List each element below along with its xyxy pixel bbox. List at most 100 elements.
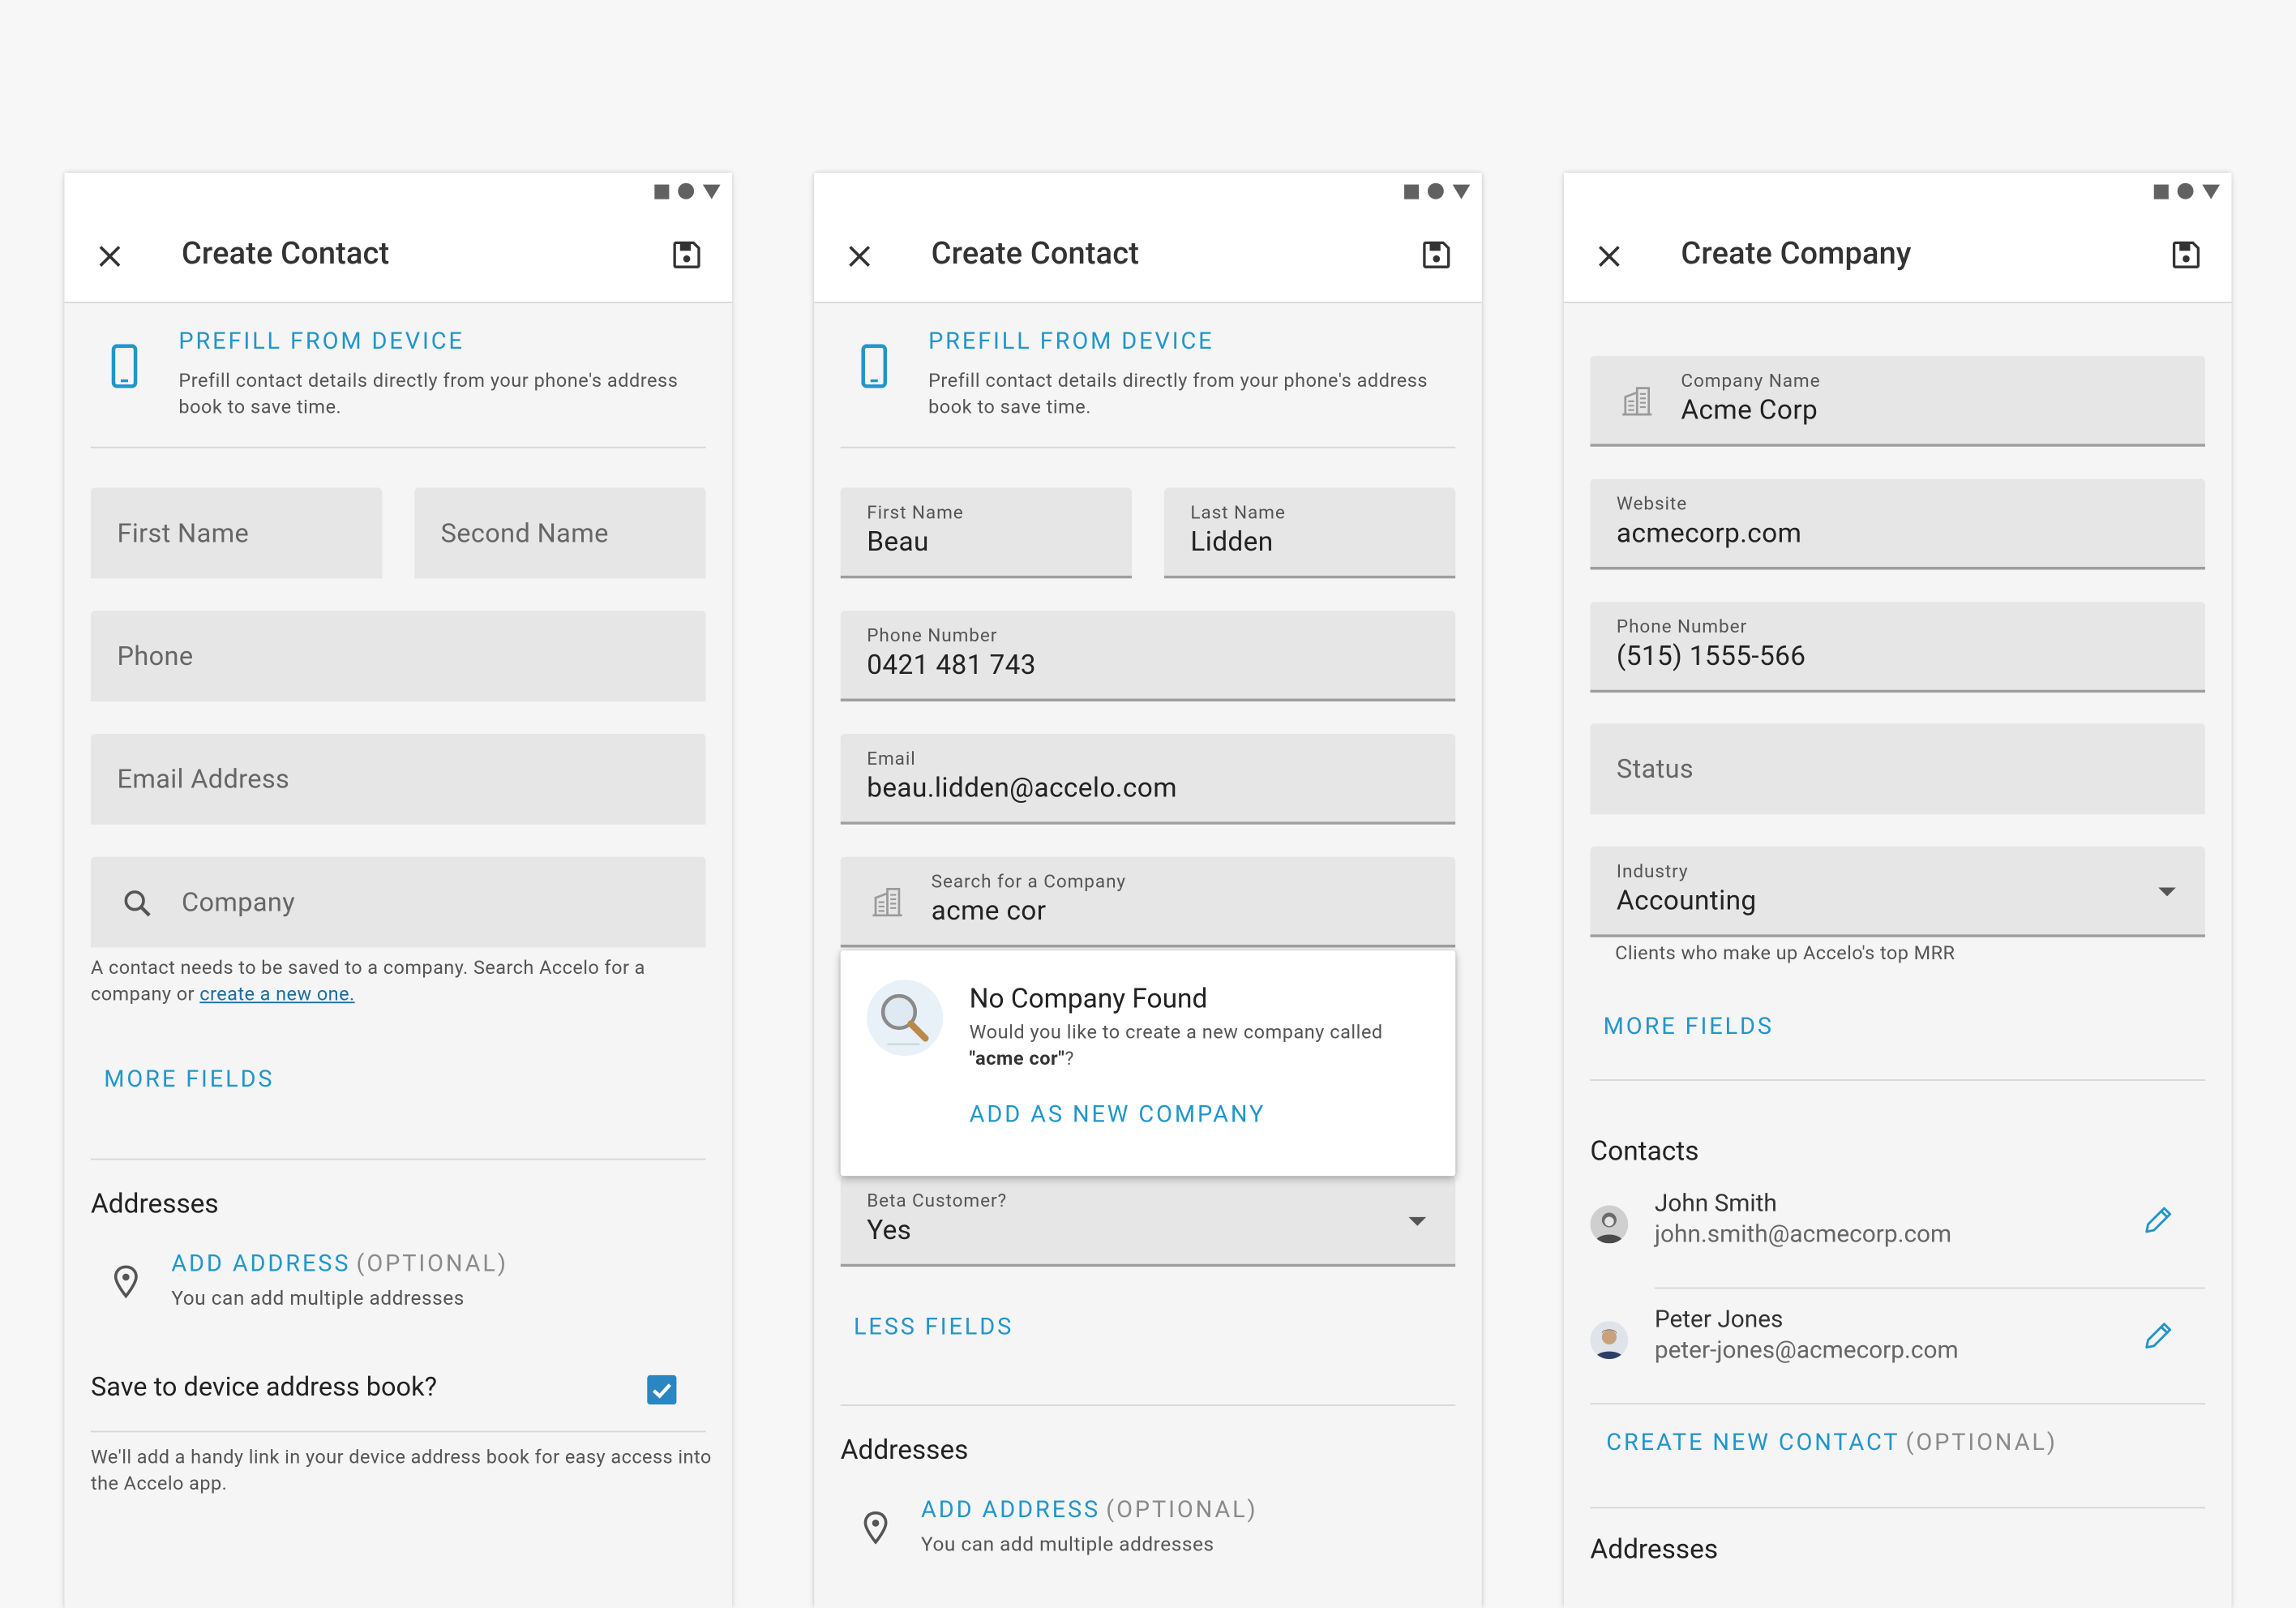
phone-device-icon bbox=[111, 344, 138, 388]
company-search-field[interactable]: Company bbox=[90, 856, 706, 948]
save-icon[interactable] bbox=[1420, 238, 1453, 271]
phone-placeholder: Phone bbox=[117, 641, 194, 672]
edit-icon[interactable] bbox=[2141, 1318, 2176, 1353]
phone-field[interactable]: Phone Number (515) 1555-566 bbox=[1590, 602, 2205, 693]
back-icon bbox=[1452, 183, 1471, 199]
company-helper: A contact needs to be saved to a company… bbox=[91, 956, 706, 1009]
contact-item[interactable]: Peter Jones peter-jones@acmecorp.com bbox=[1590, 1289, 2205, 1403]
add-address-label[interactable]: ADD ADDRESS bbox=[171, 1250, 350, 1277]
page-title: Create Contact bbox=[181, 237, 390, 272]
home-icon bbox=[2177, 182, 2194, 199]
save-icon[interactable] bbox=[670, 238, 703, 271]
industry-value: Accounting bbox=[1616, 884, 1757, 917]
first-name-label: First Name bbox=[867, 502, 964, 525]
prefill-description: Prefill contact details directly from yo… bbox=[928, 370, 1429, 419]
back-icon bbox=[702, 183, 721, 199]
optional-label: (OPTIONAL) bbox=[1106, 1495, 1258, 1524]
add-address-button[interactable]: ADD ADDRESS (OPTIONAL) bbox=[921, 1495, 1257, 1523]
phone-device-icon bbox=[861, 344, 888, 388]
company-suggestion-popup: No Company Found Would you like to creat… bbox=[840, 950, 1456, 1177]
create-new-contact-label[interactable]: CREATE NEW CONTACT bbox=[1606, 1428, 1900, 1456]
save-to-device-helper: We'll add a handy link in your device ad… bbox=[90, 1447, 712, 1496]
more-fields-button[interactable]: MORE FIELDS bbox=[104, 1065, 274, 1092]
dropdown-arrow-icon[interactable] bbox=[2158, 887, 2176, 897]
phone-field[interactable]: Phone bbox=[90, 611, 706, 702]
search-icon bbox=[124, 890, 151, 917]
save-to-device-checkbox[interactable] bbox=[647, 1374, 677, 1405]
add-address-button[interactable]: ADD ADDRESS (OPTIONAL) bbox=[171, 1250, 508, 1277]
prefill-from-device[interactable]: PREFILL FROM DEVICE Prefill contact deta… bbox=[90, 303, 706, 448]
close-icon[interactable] bbox=[843, 240, 876, 272]
first-name-field[interactable]: First Name Beau bbox=[840, 487, 1133, 579]
prefill-description: Prefill contact details directly from yo… bbox=[178, 370, 679, 419]
email-placeholder: Email Address bbox=[117, 764, 290, 795]
last-name-field[interactable]: Last Name Lidden bbox=[1163, 487, 1456, 579]
addresses-heading: Addresses bbox=[1590, 1533, 1719, 1566]
magnifier-icon bbox=[867, 980, 944, 1057]
close-icon[interactable] bbox=[1593, 240, 1626, 272]
add-address-sub: You can add multiple addresses bbox=[171, 1287, 465, 1311]
no-company-text-prefix: Would you like to create a new company c… bbox=[969, 1022, 1383, 1044]
prefill-from-device[interactable]: PREFILL FROM DEVICE Prefill contact deta… bbox=[840, 303, 1456, 448]
screen-create-contact-filled: Create Contact PREFILL FROM DEVICE Prefi… bbox=[814, 173, 1482, 1608]
create-new-company-link[interactable]: create a new one. bbox=[199, 984, 354, 1006]
back-icon bbox=[2202, 183, 2221, 199]
close-icon[interactable] bbox=[94, 240, 126, 272]
company-search-field[interactable]: Search for a Company acme cor bbox=[840, 856, 1456, 948]
recents-icon bbox=[1404, 183, 1420, 199]
phone-value: 0421 481 743 bbox=[867, 649, 1036, 681]
app-bar: Create Contact bbox=[814, 213, 1482, 303]
industry-label: Industry bbox=[1616, 860, 1689, 884]
status-bar bbox=[814, 173, 1482, 214]
divider bbox=[1590, 1507, 2205, 1509]
page-title: Create Company bbox=[1681, 237, 1912, 272]
second-name-field[interactable]: Second Name bbox=[414, 487, 706, 579]
email-value: beau.lidden@accelo.com bbox=[867, 771, 1177, 804]
first-name-placeholder: First Name bbox=[117, 518, 250, 550]
prefill-title[interactable]: PREFILL FROM DEVICE bbox=[178, 327, 464, 354]
optional-label: (OPTIONAL) bbox=[356, 1249, 508, 1277]
app-bar: Create Company bbox=[1563, 213, 2232, 303]
phone-label: Phone Number bbox=[1616, 616, 1748, 639]
add-as-new-company-button[interactable]: ADD AS NEW COMPANY bbox=[970, 1100, 1266, 1127]
website-value: acmecorp.com bbox=[1616, 517, 1802, 550]
contacts-heading: Contacts bbox=[1590, 1134, 1699, 1168]
status-field[interactable]: Status bbox=[1590, 723, 2205, 815]
divider bbox=[1590, 1079, 2205, 1081]
first-name-value: Beau bbox=[867, 525, 929, 559]
last-name-value: Lidden bbox=[1190, 525, 1274, 559]
save-icon[interactable] bbox=[2170, 238, 2203, 271]
company-name-field[interactable]: Company Name Acme Corp bbox=[1590, 355, 2205, 447]
less-fields-button[interactable]: LESS FIELDS bbox=[854, 1312, 1013, 1340]
optional-label: (OPTIONAL) bbox=[1905, 1427, 2058, 1456]
edit-icon[interactable] bbox=[2141, 1203, 2176, 1237]
save-to-device-label: Save to device address book? bbox=[90, 1372, 437, 1404]
building-icon bbox=[872, 887, 902, 917]
email-label: Email bbox=[867, 748, 916, 771]
contact-email: john.smith@acmecorp.com bbox=[1654, 1221, 1952, 1250]
contact-item[interactable]: John Smith john.smith@acmecorp.com bbox=[1590, 1173, 2205, 1288]
create-new-contact-button[interactable]: CREATE NEW CONTACT (OPTIONAL) bbox=[1606, 1428, 2058, 1456]
beta-customer-select[interactable]: Beta Customer? Yes bbox=[840, 1176, 1456, 1267]
website-label: Website bbox=[1616, 493, 1688, 516]
add-address-label[interactable]: ADD ADDRESS bbox=[921, 1495, 1100, 1523]
company-name-value: Acme Corp bbox=[1681, 393, 1818, 427]
contact-name: John Smith bbox=[1654, 1190, 1777, 1219]
dropdown-arrow-icon[interactable] bbox=[1408, 1216, 1427, 1226]
more-fields-button[interactable]: MORE FIELDS bbox=[1604, 1012, 1774, 1040]
industry-select[interactable]: Industry Accounting bbox=[1590, 846, 2205, 937]
email-field[interactable]: Email beau.lidden@accelo.com bbox=[840, 733, 1456, 825]
location-pin-icon bbox=[863, 1511, 888, 1545]
email-field[interactable]: Email Address bbox=[90, 733, 706, 825]
screen-create-contact-empty: Create Contact PREFILL FROM DEVICE Prefi… bbox=[64, 173, 733, 1608]
avatar bbox=[1590, 1321, 1629, 1360]
website-field[interactable]: Website acmecorp.com bbox=[1590, 478, 2205, 570]
first-name-field[interactable]: First Name bbox=[90, 487, 383, 579]
contact-email: peter-jones@acmecorp.com bbox=[1654, 1336, 1959, 1366]
beta-label: Beta Customer? bbox=[867, 1190, 1008, 1213]
phone-field[interactable]: Phone Number 0421 481 743 bbox=[840, 611, 1456, 702]
company-name-label: Company Name bbox=[1681, 370, 1821, 393]
prefill-title[interactable]: PREFILL FROM DEVICE bbox=[928, 327, 1214, 354]
last-name-label: Last Name bbox=[1190, 502, 1286, 525]
no-company-query: "acme cor" bbox=[969, 1048, 1065, 1071]
